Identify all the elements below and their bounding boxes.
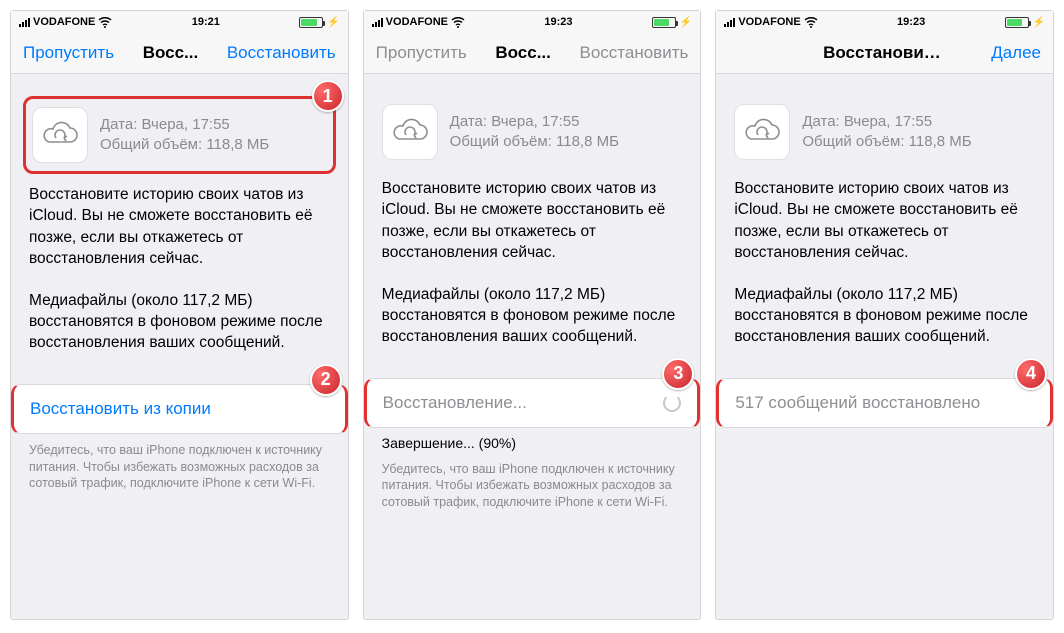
step-badge: 1 (312, 80, 344, 112)
status-time: 19:23 (897, 16, 925, 28)
phone-screen: VODAFONE19:21⚡ПропуститьВосс...Восстанов… (10, 10, 349, 620)
phone-screen: VODAFONE 19:23 ⚡ Восстановить из iCloud Дале… (715, 10, 1054, 620)
restore-help-text: Убедитесь, что ваш iPhone подключен к ис… (364, 453, 701, 512)
icloud-backup-icon (382, 104, 438, 160)
spinner-icon (663, 394, 681, 412)
signal-icon (372, 18, 383, 27)
restore-action-label: Восстановить из копии (30, 399, 211, 419)
backup-date: Дата: Вчера, 17:55 (802, 112, 971, 132)
restore-description-2: Медиафайлы (около 117,2 МБ) восстановятс… (364, 284, 701, 348)
charging-icon: ⚡ (327, 17, 339, 28)
restore-description-2: Медиафайлы (около 117,2 МБ) восстановятс… (11, 290, 348, 354)
restore-action-label: Восстановление... (383, 393, 527, 413)
status-time: 19:23 (544, 16, 572, 28)
backup-size: Общий объём: 118,8 МБ (450, 132, 619, 152)
backup-date: Дата: Вчера, 17:55 (100, 115, 269, 135)
restore-help-text: Убедитесь, что ваш iPhone подключен к ис… (11, 434, 348, 493)
step-badge: 4 (1015, 358, 1047, 390)
restore-description-1: Восстановите историю своих чатов из iClo… (11, 184, 348, 270)
carrier-label: VODAFONE (386, 16, 448, 28)
status-bar: VODAFONE 19:21 ⚡ (11, 11, 348, 33)
wifi-icon (451, 17, 465, 28)
nav-skip-button: Пропустить (376, 43, 467, 62)
restore-description-2: Медиафайлы (около 117,2 МБ) восстановятс… (716, 284, 1053, 348)
carrier-label: VODAFONE (738, 16, 800, 28)
wifi-icon (804, 17, 818, 28)
nav-restore-button: Восстановить (579, 43, 688, 62)
restore-action-cell: 517 сообщений восстановлено (716, 378, 1053, 428)
step-badge: 3 (662, 358, 694, 390)
backup-card[interactable]: Дата: Вчера, 17:55Общий объём: 118,8 МБ (23, 96, 336, 174)
battery-icon (652, 17, 676, 28)
restore-description-1: Восстановите историю своих чатов из iClo… (716, 178, 1053, 264)
charging-icon: ⚡ (680, 17, 692, 28)
status-bar: VODAFONE 19:23 ⚡ (716, 11, 1053, 33)
icloud-backup-icon (32, 107, 88, 163)
signal-icon (724, 18, 735, 27)
status-bar: VODAFONE 19:23 ⚡ (364, 11, 701, 33)
restore-action-cell: Восстановление... (364, 378, 701, 428)
backup-size: Общий объём: 118,8 МБ (802, 132, 971, 152)
nav-bar: Восстановить из iCloud Далее (716, 33, 1053, 74)
nav-bar: ПропуститьВосс...Восстановить (11, 33, 348, 74)
nav-restore-button[interactable]: Далее (991, 43, 1041, 62)
signal-icon (19, 18, 30, 27)
phone-screen: VODAFONE19:23⚡ПропуститьВосс...Восстанов… (363, 10, 702, 620)
nav-title: Восс... (467, 43, 580, 63)
status-time: 19:21 (192, 16, 220, 28)
battery-icon (1005, 17, 1029, 28)
nav-title: Восс... (114, 43, 227, 63)
battery-icon (299, 17, 323, 28)
nav-bar: ПропуститьВосс...Восстановить (364, 33, 701, 74)
restore-description-1: Восстановите историю своих чатов из iClo… (364, 178, 701, 264)
nav-restore-button[interactable]: Восстановить (227, 43, 336, 62)
icloud-backup-icon (734, 104, 790, 160)
wifi-icon (98, 17, 112, 28)
restore-progress-text: Завершение... (90%) (364, 428, 701, 453)
backup-card[interactable]: Дата: Вчера, 17:55Общий объём: 118,8 МБ (728, 96, 1041, 168)
carrier-label: VODAFONE (33, 16, 95, 28)
step-badge: 2 (310, 364, 342, 396)
backup-size: Общий объём: 118,8 МБ (100, 135, 269, 155)
restore-action-label: 517 сообщений восстановлено (735, 393, 980, 413)
charging-icon: ⚡ (1033, 17, 1045, 28)
restore-action-cell[interactable]: Восстановить из копии (11, 384, 348, 434)
nav-title: Восстановить из iCloud (823, 43, 946, 63)
nav-skip-button[interactable]: Пропустить (23, 43, 114, 62)
backup-card[interactable]: Дата: Вчера, 17:55Общий объём: 118,8 МБ (376, 96, 689, 168)
backup-date: Дата: Вчера, 17:55 (450, 112, 619, 132)
